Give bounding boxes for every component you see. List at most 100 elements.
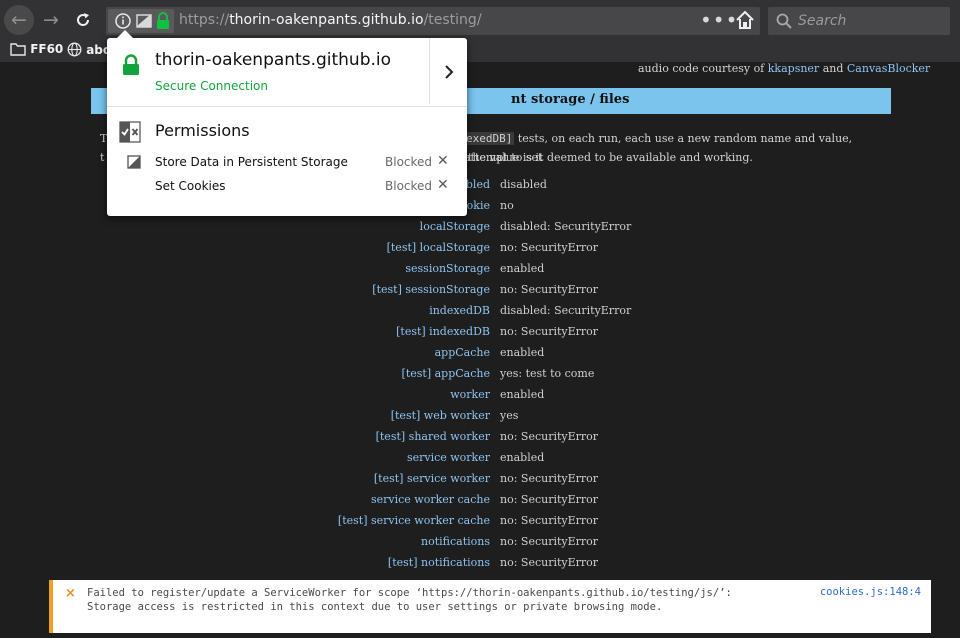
result-label: appCache [434,346,490,359]
browser-toolbar: ← → https://thorin-oakenpants.github.io/… [0,0,960,40]
reload-icon [77,13,90,26]
lock-icon[interactable] [156,12,170,30]
intro-code-text: exedDB] [464,132,515,145]
permission-state: Blocked [385,179,433,193]
result-label: service worker cache [370,493,490,506]
result-value: no: SecurityError [500,472,599,485]
url-bar[interactable]: https://thorin-oakenpants.github.io/test… [106,7,760,35]
result-label: [test] service worker [373,472,490,485]
credit-and: and [822,62,844,75]
url-text[interactable]: https://thorin-oakenpants.github.io/test… [179,12,482,28]
search-bar[interactable]: Search [768,7,950,35]
result-row: indexedDB disabled: SecurityError [0,302,960,323]
divider [107,106,467,107]
permission-label: Store Data in Persistent Storage [155,155,348,169]
credit-text: audio code courtesy of [638,62,765,75]
clear-permission-button[interactable]: ✕ [437,153,449,169]
result-value: no [500,199,514,212]
page-actions-button[interactable]: ••• [700,8,738,32]
permission-row-persistent-storage: Store Data in Persistent Storage Blocked… [107,152,467,174]
result-row: notifications no: SecurityError [0,533,960,554]
result-label: service worker [406,451,490,464]
result-row: worker enabled [0,386,960,407]
result-value: no: SecurityError [500,556,599,569]
section-title: nt storage / files [511,92,630,107]
url-prefix: https:// [179,12,230,28]
console-line-2: Storage access is restricted in this con… [87,601,663,613]
result-value: disabled [500,178,547,191]
canvasblocker-link[interactable]: CanvasBlocker [847,62,930,75]
arrow-right-icon: → [43,9,59,31]
console-message-text: Failed to register/update a ServiceWorke… [87,586,732,614]
reload-button[interactable] [68,5,98,35]
audio-credit: audio code courtesy of kkapsner and Canv… [638,62,930,75]
result-value: no: SecurityError [500,241,599,254]
home-icon [736,10,754,29]
result-label: indexedDB [429,304,490,317]
result-label: sessionStorage [405,262,490,275]
result-value: no: SecurityError [500,535,599,548]
result-row: [test] web worker yes [0,407,960,428]
result-row: service worker enabled [0,449,960,470]
result-row: [test] indexedDB no: SecurityError [0,323,960,344]
result-value: yes [500,409,519,422]
result-value: no: SecurityError [500,430,599,443]
console-error-message: × Failed to register/update a ServiceWor… [49,580,931,633]
result-label: [test] indexedDB [396,325,490,338]
result-row: [test] sessionStorage no: SecurityError [0,281,960,302]
result-value: enabled [500,346,545,359]
popup-arrow [117,30,133,38]
home-button[interactable] [734,9,756,31]
result-label: [test] appCache [401,367,490,380]
secure-connection-label: Secure Connection [155,79,268,93]
result-row: appCache enabled [0,344,960,365]
result-label: localStorage [419,220,490,233]
site-identity-popup: thorin-oakenpants.github.io Secure Conne… [107,30,467,216]
result-label: worker [450,388,490,401]
bookmark-folder-ff60[interactable]: FF60 [10,42,63,56]
storage-blocked-icon[interactable] [136,13,152,29]
chevron-right-icon [444,65,453,79]
result-row: [test] appCache yes: test to come [0,365,960,386]
result-value: enabled [500,388,545,401]
permission-row-set-cookies: Set Cookies Blocked ✕ [107,176,467,198]
permission-state: Blocked [385,155,433,169]
intro-lead-2: t [100,151,105,164]
bookmark-about[interactable]: abo [67,42,111,57]
result-row: sessionStorage enabled [0,260,960,281]
clear-permission-button[interactable]: ✕ [437,177,449,193]
result-value: yes: test to come [500,367,595,380]
result-row: [test] localStorage no: SecurityError [0,239,960,260]
search-icon [776,13,792,29]
console-line-1: Failed to register/update a ServiceWorke… [87,587,732,599]
result-value: enabled [500,451,545,464]
permission-label: Set Cookies [155,179,226,193]
result-row: service worker cache no: SecurityError [0,491,960,512]
search-placeholder: Search [798,13,847,29]
permissions-icon [119,121,141,143]
info-icon[interactable] [114,12,132,30]
kkapsner-link[interactable]: kkapsner [768,62,819,75]
permissions-heading: Permissions [155,121,250,140]
folder-icon [10,43,26,56]
result-value: no: SecurityError [500,325,599,338]
console-source-link[interactable]: cookies.js:148:4 [820,586,921,598]
result-label: notifications [421,535,490,548]
result-row: [test] service worker no: SecurityError [0,470,960,491]
back-button[interactable]: ← [4,5,34,35]
result-value: enabled [500,262,545,275]
result-row: [test] notifications no: SecurityError [0,554,960,575]
result-label: [test] sessionStorage [372,283,490,296]
result-value: no: SecurityError [500,514,599,527]
result-label: [test] web worker [390,409,490,422]
result-label: [test] shared worker [375,430,490,443]
forward-button[interactable]: → [36,5,66,35]
more-info-button[interactable] [430,38,467,106]
persistent-storage-icon [127,155,141,169]
result-label: [test] notifications [387,556,490,569]
popup-hostname: thorin-oakenpants.github.io [155,50,392,70]
result-label: [test] localStorage [386,241,490,254]
result-label: [test] service worker cache [337,514,490,527]
bookmark-label: FF60 [30,42,64,56]
result-value: no: SecurityError [500,283,599,296]
